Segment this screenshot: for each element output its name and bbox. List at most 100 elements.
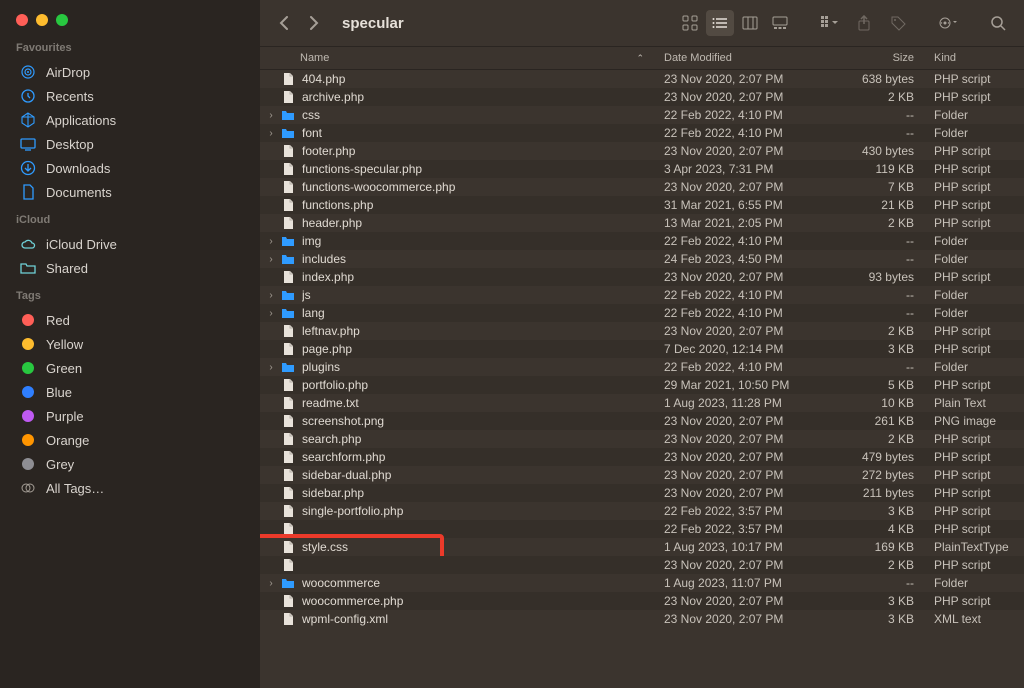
file-icon [280, 71, 296, 87]
file-row[interactable]: searchform.php23 Nov 2020, 2:07 PM479 by… [260, 448, 1024, 466]
column-date[interactable]: Date Modified [654, 47, 834, 69]
search-button[interactable] [984, 10, 1012, 36]
sidebar-item-green[interactable]: Green [14, 356, 246, 380]
file-kind: PHP script [924, 594, 1024, 608]
sidebar-item-documents[interactable]: Documents [14, 180, 246, 204]
view-columns-button[interactable] [736, 10, 764, 36]
file-row[interactable]: header.php13 Mar 2021, 2:05 PM2 KBPHP sc… [260, 214, 1024, 232]
sidebar-item-yellow[interactable]: Yellow [14, 332, 246, 356]
disclosure-triangle-icon[interactable]: › [266, 308, 276, 319]
sidebar-item-applications[interactable]: Applications [14, 108, 246, 132]
sidebar-item-label: Documents [46, 185, 112, 200]
close-button[interactable] [16, 14, 28, 26]
column-name[interactable]: Name⌃ [260, 47, 654, 69]
file-name: includes [302, 252, 654, 266]
file-row[interactable]: search.php23 Nov 2020, 2:07 PM2 KBPHP sc… [260, 430, 1024, 448]
file-row[interactable]: ›font22 Feb 2022, 4:10 PM--Folder [260, 124, 1024, 142]
sidebar-item-label: Orange [46, 433, 89, 448]
sidebar-item-purple[interactable]: Purple [14, 404, 246, 428]
file-row[interactable]: ›includes24 Feb 2023, 4:50 PM--Folder [260, 250, 1024, 268]
file-list: 404.php23 Nov 2020, 2:07 PM638 bytesPHP … [260, 70, 1024, 688]
file-row[interactable]: ›woocommerce1 Aug 2023, 11:07 PM--Folder [260, 574, 1024, 592]
column-size[interactable]: Size [834, 47, 924, 69]
file-kind: PHP script [924, 468, 1024, 482]
action-button[interactable] [934, 10, 962, 36]
sidebar-item-label: AirDrop [46, 65, 90, 80]
view-icons-button[interactable] [676, 10, 704, 36]
file-date: 22 Feb 2022, 3:57 PM [654, 522, 834, 536]
sidebar-item-red[interactable]: Red [14, 308, 246, 332]
file-row[interactable]: leftnav.php23 Nov 2020, 2:07 PM2 KBPHP s… [260, 322, 1024, 340]
disclosure-triangle-icon[interactable]: › [266, 362, 276, 373]
file-row[interactable]: ›css22 Feb 2022, 4:10 PM--Folder [260, 106, 1024, 124]
file-kind: Folder [924, 234, 1024, 248]
sidebar-item-blue[interactable]: Blue [14, 380, 246, 404]
minimize-button[interactable] [36, 14, 48, 26]
disclosure-triangle-icon[interactable]: › [266, 128, 276, 139]
file-row[interactable]: 23 Nov 2020, 2:07 PM2 KBPHP script [260, 556, 1024, 574]
file-row[interactable]: archive.php23 Nov 2020, 2:07 PM2 KBPHP s… [260, 88, 1024, 106]
file-date: 1 Aug 2023, 11:07 PM [654, 576, 834, 590]
file-name: functions.php [302, 198, 654, 212]
file-row[interactable]: 22 Feb 2022, 3:57 PM4 KBPHP script [260, 520, 1024, 538]
sidebar-item-all-tags-[interactable]: All Tags… [14, 476, 246, 500]
disclosure-triangle-icon[interactable]: › [266, 110, 276, 121]
file-row[interactable]: footer.php23 Nov 2020, 2:07 PM430 bytesP… [260, 142, 1024, 160]
sidebar-item-grey[interactable]: Grey [14, 452, 246, 476]
file-row[interactable]: sidebar-dual.php23 Nov 2020, 2:07 PM272 … [260, 466, 1024, 484]
sidebar-item-downloads[interactable]: Downloads [14, 156, 246, 180]
file-row[interactable]: ›js22 Feb 2022, 4:10 PM--Folder [260, 286, 1024, 304]
file-row[interactable]: ›lang22 Feb 2022, 4:10 PM--Folder [260, 304, 1024, 322]
file-row[interactable]: functions-specular.php3 Apr 2023, 7:31 P… [260, 160, 1024, 178]
file-name: 404.php [302, 72, 654, 86]
file-kind: PHP script [924, 324, 1024, 338]
file-row[interactable]: functions.php31 Mar 2021, 6:55 PM21 KBPH… [260, 196, 1024, 214]
file-row[interactable]: screenshot.png23 Nov 2020, 2:07 PM261 KB… [260, 412, 1024, 430]
sidebar-item-airdrop[interactable]: AirDrop [14, 60, 246, 84]
view-gallery-button[interactable] [766, 10, 794, 36]
file-size: 3 KB [834, 612, 924, 626]
file-row[interactable]: readme.txt1 Aug 2023, 11:28 PM10 KBPlain… [260, 394, 1024, 412]
file-row[interactable]: ›img22 Feb 2022, 4:10 PM--Folder [260, 232, 1024, 250]
file-row[interactable]: sidebar.php23 Nov 2020, 2:07 PM211 bytes… [260, 484, 1024, 502]
disclosure-triangle-icon[interactable]: › [266, 254, 276, 265]
sidebar-item-shared[interactable]: Shared [14, 256, 246, 280]
file-kind: PHP script [924, 90, 1024, 104]
file-row[interactable]: page.php7 Dec 2020, 12:14 PM3 KBPHP scri… [260, 340, 1024, 358]
share-button[interactable] [850, 10, 878, 36]
maximize-button[interactable] [56, 14, 68, 26]
disclosure-triangle-icon[interactable]: › [266, 236, 276, 247]
file-row[interactable]: wpml-config.xml23 Nov 2020, 2:07 PM3 KBX… [260, 610, 1024, 628]
file-date: 23 Nov 2020, 2:07 PM [654, 612, 834, 626]
disclosure-triangle-icon[interactable]: › [266, 578, 276, 589]
tags-button[interactable] [884, 10, 912, 36]
back-button[interactable] [272, 11, 296, 35]
group-button[interactable] [816, 10, 844, 36]
sidebar-item-recents[interactable]: Recents [14, 84, 246, 108]
file-row[interactable]: portfolio.php29 Mar 2021, 10:50 PM5 KBPH… [260, 376, 1024, 394]
sort-caret-icon: ⌃ [636, 53, 644, 64]
disclosure-triangle-icon[interactable]: › [266, 290, 276, 301]
file-row[interactable]: single-portfolio.php22 Feb 2022, 3:57 PM… [260, 502, 1024, 520]
file-kind: PHP script [924, 504, 1024, 518]
file-row[interactable]: style.css1 Aug 2023, 10:17 PM169 KBPlain… [260, 538, 1024, 556]
forward-button[interactable] [302, 11, 326, 35]
file-size: -- [834, 252, 924, 266]
file-size: 261 KB [834, 414, 924, 428]
file-row[interactable]: index.php23 Nov 2020, 2:07 PM93 bytesPHP… [260, 268, 1024, 286]
file-size: -- [834, 108, 924, 122]
file-size: 169 KB [834, 540, 924, 554]
file-row[interactable]: ›plugins22 Feb 2022, 4:10 PM--Folder [260, 358, 1024, 376]
main-pane: specular Name⌃ Date Modified Size Kind [260, 0, 1024, 688]
sidebar-item-desktop[interactable]: Desktop [14, 132, 246, 156]
file-size: 3 KB [834, 504, 924, 518]
sidebar-item-icloud-drive[interactable]: iCloud Drive [14, 232, 246, 256]
view-list-button[interactable] [706, 10, 734, 36]
column-kind[interactable]: Kind [924, 47, 1024, 69]
airdrop-icon [20, 64, 36, 80]
file-kind: Folder [924, 576, 1024, 590]
file-row[interactable]: woocommerce.php23 Nov 2020, 2:07 PM3 KBP… [260, 592, 1024, 610]
sidebar-item-orange[interactable]: Orange [14, 428, 246, 452]
file-row[interactable]: 404.php23 Nov 2020, 2:07 PM638 bytesPHP … [260, 70, 1024, 88]
file-row[interactable]: functions-woocommerce.php23 Nov 2020, 2:… [260, 178, 1024, 196]
